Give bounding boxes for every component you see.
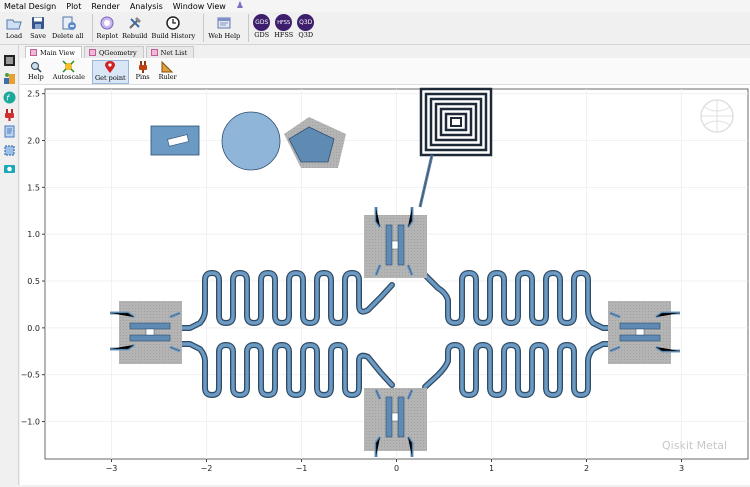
bounding-box-icon[interactable] xyxy=(3,144,16,157)
rebuild-icon xyxy=(125,14,145,32)
autoscale-icon xyxy=(62,60,76,73)
ruler-icon xyxy=(161,60,175,73)
x-tick-label: 1 xyxy=(489,464,494,473)
y-tick-label: 2.5 xyxy=(27,90,40,99)
design-plot[interactable]: −3 −2 −1 0 1 2 3 2.5 2.0 1.5 1.0 0.5 0.0 −0.5 −1.0 Qi… xyxy=(20,85,750,485)
x-tick-label: −3 xyxy=(106,464,118,473)
gds-renderer-button[interactable]: GDS GDS xyxy=(253,14,271,40)
replot-icon xyxy=(97,14,117,32)
delete-all-button[interactable]: Delete all xyxy=(52,14,84,41)
y-tick-label: 0.5 xyxy=(27,277,40,286)
x-tick-label: −2 xyxy=(201,464,213,473)
view-tabs: Main View QGeometry Net List xyxy=(20,45,750,58)
design-icon[interactable] xyxy=(3,54,16,67)
x-tick-label: 0 xyxy=(394,464,399,473)
tab-net-list[interactable]: Net List xyxy=(145,46,195,58)
pins-button[interactable]: Pins xyxy=(134,60,152,82)
load-icon xyxy=(4,14,24,32)
ruler-button[interactable]: Ruler xyxy=(157,60,179,82)
menu-analysis[interactable]: Analysis xyxy=(130,2,163,11)
qubit-bottom[interactable] xyxy=(364,388,427,457)
x-axis: −3 −2 −1 0 1 2 3 xyxy=(106,459,684,473)
toolbar-separator xyxy=(91,14,93,42)
y-tick-label: 0.0 xyxy=(27,324,40,333)
help-button[interactable]: Help xyxy=(26,60,46,82)
watermark: Qiskit Metal xyxy=(662,439,727,452)
q3d-renderer-button[interactable]: Q3D Q3D xyxy=(297,14,315,40)
map-pin-icon xyxy=(103,61,117,74)
hfss-badge-icon: HFSS xyxy=(275,14,293,31)
menu-metal-design[interactable]: Metal Design xyxy=(4,2,56,11)
left-sidebar: f xyxy=(0,45,19,485)
tab-qgeometry[interactable]: QGeometry xyxy=(83,46,144,58)
q3d-badge-icon: Q3D xyxy=(297,14,315,31)
gds-badge-icon: GDS xyxy=(253,14,271,31)
menu-window-view[interactable]: Window View xyxy=(173,2,226,11)
y-tick-label: −0.5 xyxy=(21,371,40,380)
table-icon xyxy=(88,49,96,56)
circle-component[interactable] xyxy=(221,111,281,171)
web-help-button[interactable]: Web Help xyxy=(208,14,240,41)
menu-bar: Metal Design Plot Render Analysis Window… xyxy=(0,0,750,12)
build-history-button[interactable]: Build History xyxy=(151,14,195,41)
plug-icon xyxy=(136,60,150,73)
plug-icon[interactable] xyxy=(3,108,16,121)
people-icon[interactable]: ♟ xyxy=(236,1,245,11)
delete-all-icon xyxy=(58,14,78,32)
rebuild-button[interactable]: Rebuild xyxy=(122,14,147,41)
load-button[interactable]: Load xyxy=(4,14,24,41)
table-icon xyxy=(150,49,158,56)
save-button[interactable]: Save xyxy=(28,14,48,41)
menu-plot[interactable]: Plot xyxy=(66,2,81,11)
screenshot-icon[interactable] xyxy=(3,162,16,175)
plot-canvas[interactable]: −3 −2 −1 0 1 2 3 2.5 2.0 1.5 1.0 0.5 0.0 −0.5 −1.0 Qi… xyxy=(20,85,750,485)
y-tick-label: 2.0 xyxy=(27,137,40,146)
history-icon xyxy=(163,14,183,32)
x-tick-label: 3 xyxy=(679,464,684,473)
toolbar-separator xyxy=(203,14,205,42)
menu-render[interactable]: Render xyxy=(91,2,119,11)
save-icon xyxy=(28,14,48,32)
x-tick-label: 2 xyxy=(584,464,589,473)
y-tick-label: 1.0 xyxy=(27,230,40,239)
view-icon xyxy=(30,49,37,56)
autoscale-button[interactable]: Autoscale xyxy=(51,60,87,82)
magnifier-icon xyxy=(29,60,43,73)
hfss-renderer-button[interactable]: HFSS HFSS xyxy=(274,14,293,40)
document-icon[interactable] xyxy=(3,125,16,138)
qiskit-logo-icon xyxy=(700,99,734,133)
qubit-right[interactable] xyxy=(608,301,680,364)
y-tick-label: 1.5 xyxy=(27,183,40,192)
y-tick-label: −1.0 xyxy=(21,418,40,427)
x-tick-label: −1 xyxy=(296,464,308,473)
library-icon[interactable] xyxy=(3,72,16,85)
tab-main-view[interactable]: Main View xyxy=(25,46,82,58)
main-toolbar: Load Save Delete all Replot Rebuild Buil… xyxy=(0,12,750,45)
get-point-button[interactable]: Get point xyxy=(91,60,129,84)
toolbar-separator xyxy=(248,14,250,42)
qubit-left[interactable] xyxy=(110,301,182,364)
web-help-icon xyxy=(214,14,234,32)
replot-button[interactable]: Replot xyxy=(97,14,118,41)
function-icon[interactable]: f xyxy=(3,91,16,104)
y-axis: 2.5 2.0 1.5 1.0 0.5 0.0 −0.5 −1.0 xyxy=(21,90,45,427)
rectangle-component[interactable] xyxy=(150,125,200,156)
qubit-top[interactable] xyxy=(364,207,427,278)
plot-toolbar: Help Autoscale Get point Pins Ruler xyxy=(20,58,750,85)
